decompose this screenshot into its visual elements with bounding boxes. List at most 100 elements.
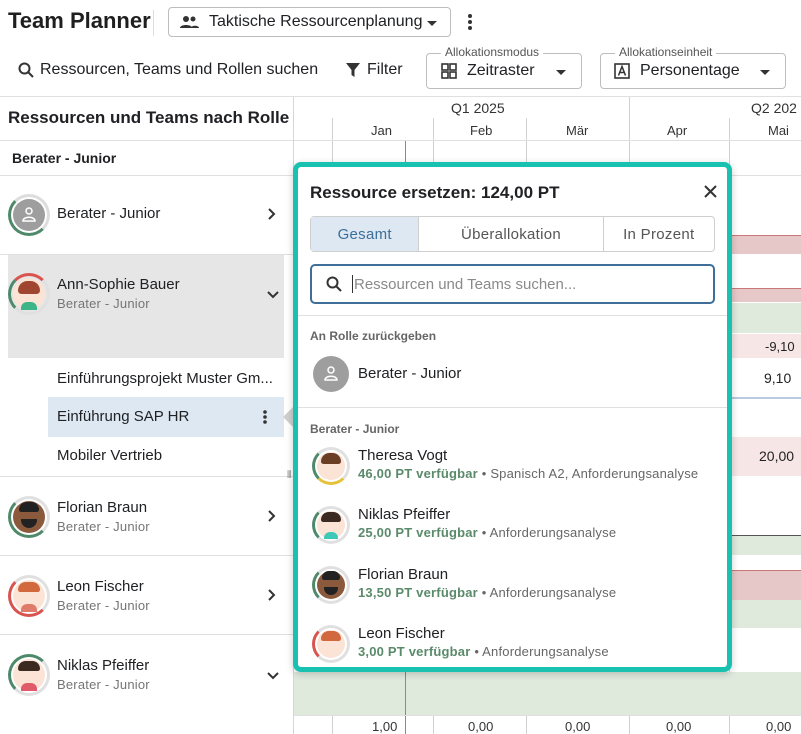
- divider: [0, 555, 293, 556]
- popup-pointer: [283, 407, 293, 427]
- total-value: 0,00: [766, 719, 792, 734]
- divider: [0, 254, 293, 255]
- row-name: Niklas Pfeiffer: [57, 657, 150, 674]
- unit-a-icon: [614, 63, 630, 79]
- allocation-mode-select[interactable]: Allokationsmodus Zeitraster: [426, 45, 582, 89]
- candidate-skills: • Anforderungsanalyse: [481, 585, 617, 600]
- resize-handle-icon[interactable]: ⦀: [287, 470, 291, 481]
- section-heading: An Rolle zurückgeben: [310, 329, 437, 343]
- close-icon[interactable]: [704, 185, 717, 198]
- search-icon: [18, 62, 34, 78]
- candidate-availability: 13,50 PT verfügbar: [358, 585, 478, 600]
- allocation-unit-label: Allokationseinheit: [615, 45, 717, 59]
- tab-ueberallokation[interactable]: Überallokation: [419, 217, 604, 251]
- row-name: Ann-Sophie Bauer: [57, 276, 180, 293]
- allocation-bar: [294, 672, 801, 715]
- candidate-name: Niklas Pfeiffer: [358, 506, 451, 523]
- chevron-down-icon[interactable]: [267, 672, 279, 680]
- month-label: Mai: [768, 123, 789, 138]
- role-row[interactable]: Berater - Junior: [8, 194, 160, 236]
- total-value: 0,00: [565, 719, 591, 734]
- resource-row[interactable]: Leon Fischer Berater - Junior: [8, 575, 150, 617]
- candidate-name: Theresa Vogt: [358, 447, 448, 464]
- row-role: Berater - Junior: [57, 296, 150, 311]
- row-name: Florian Braun: [57, 499, 148, 516]
- resource-row[interactable]: Florian Braun Berater - Junior: [8, 496, 150, 538]
- chevron-down-icon: [760, 70, 770, 75]
- avatar: [8, 575, 50, 617]
- left-panel-heading: Ressourcen und Teams nach Rolle: [8, 108, 290, 127]
- view-select-value: Taktische Ressourcenplanung: [209, 13, 423, 30]
- total-value: 0,00: [468, 719, 494, 734]
- divider: [732, 397, 801, 399]
- row-role: Berater - Junior: [57, 598, 150, 613]
- tab-in-prozent[interactable]: In Prozent: [604, 217, 714, 251]
- avatar: [312, 447, 350, 485]
- avatar: [8, 654, 50, 696]
- divider: [294, 715, 801, 716]
- overallocation-bar: [732, 570, 801, 600]
- candidate-name: Florian Braun: [358, 566, 449, 583]
- candidate-skills: • Spanisch A2, Anforderungsanalyse: [481, 466, 699, 481]
- filter-label: Filter: [367, 61, 403, 78]
- candidate-skills: • Anforderungsanalyse: [481, 525, 617, 540]
- candidate-availability: 25,00 PT verfügbar: [358, 525, 478, 540]
- role-group-header[interactable]: Berater - Junior: [12, 150, 116, 166]
- header-divider: [153, 10, 154, 36]
- role-avatar-icon: [312, 355, 350, 393]
- return-item-name: Berater - Junior: [358, 365, 462, 382]
- row-role: Berater - Junior: [57, 677, 150, 692]
- resource-search-button[interactable]: Ressourcen, Teams und Rollen suchen: [18, 61, 318, 79]
- project-row[interactable]: Einführungsprojekt Muster Gm...: [57, 370, 273, 387]
- row-name: Leon Fischer: [57, 578, 144, 595]
- divider: [298, 407, 727, 408]
- divider: [0, 140, 801, 141]
- allocation-unit-value: Personentage: [640, 62, 740, 79]
- filter-button[interactable]: Filter: [346, 61, 403, 79]
- resource-search-input[interactable]: Ressourcen und Teams suchen...: [310, 264, 715, 304]
- resource-row[interactable]: Niklas Pfeiffer Berater - Junior: [8, 654, 150, 696]
- resource-row[interactable]: Ann-Sophie Bauer Berater - Junior: [8, 273, 180, 315]
- chevron-down-icon: [427, 21, 437, 26]
- divider: [0, 634, 293, 635]
- candidate-availability: 46,00 PT verfügbar: [358, 466, 478, 481]
- month-label: Apr: [667, 123, 688, 138]
- view-select[interactable]: Taktische Ressourcenplanung: [168, 7, 451, 37]
- avatar: [312, 506, 350, 544]
- candidate-item[interactable]: Leon Fischer 3,00 PT verfügbar • Anforde…: [312, 625, 609, 663]
- row-role: Berater - Junior: [57, 519, 150, 534]
- tab-gesamt[interactable]: Gesamt: [311, 217, 420, 251]
- resource-search-label: Ressourcen, Teams und Rollen suchen: [40, 61, 319, 78]
- divider: [0, 476, 293, 477]
- allocation-bar: [732, 535, 801, 555]
- cell-value: -9,10: [765, 339, 795, 354]
- project-row[interactable]: Einführung SAP HR: [57, 408, 189, 425]
- allocation-bar: [732, 600, 801, 628]
- divider: [298, 315, 727, 316]
- project-row[interactable]: Mobiler Vertrieb: [57, 447, 162, 464]
- quarter-label: Q1 2025: [451, 100, 505, 116]
- candidate-skills: • Anforderungsanalyse: [474, 644, 609, 659]
- quarter-label: Q2 202: [751, 100, 797, 116]
- chevron-down-icon[interactable]: [267, 291, 279, 299]
- candidate-item[interactable]: Niklas Pfeiffer 25,00 PT verfügbar • Anf…: [312, 506, 616, 544]
- chevron-right-icon[interactable]: [268, 208, 276, 220]
- chevron-right-icon[interactable]: [268, 589, 276, 601]
- month-label: Mär: [566, 123, 589, 138]
- candidate-item[interactable]: Florian Braun 13,50 PT verfügbar • Anfor…: [312, 566, 616, 604]
- section-heading: Berater - Junior: [310, 422, 400, 436]
- replace-resource-popup: Ressource ersetzen: 124,00 PT Gesamt Übe…: [293, 162, 732, 672]
- return-to-role-item[interactable]: Berater - Junior: [312, 355, 461, 393]
- candidate-item[interactable]: Theresa Vogt 46,00 PT verfügbar • Spanis…: [312, 447, 698, 485]
- month-label: Jan: [371, 123, 392, 138]
- chevron-right-icon[interactable]: [268, 510, 276, 522]
- chevron-down-icon: [556, 70, 566, 75]
- more-options-icon[interactable]: [262, 409, 268, 425]
- total-value: 0,00: [666, 719, 692, 734]
- divider: [0, 96, 801, 97]
- allocation-unit-select[interactable]: Allokationseinheit Personentage: [600, 45, 786, 89]
- search-icon: [326, 276, 342, 292]
- view-toggle: Gesamt Überallokation In Prozent: [310, 216, 715, 252]
- more-options-icon[interactable]: [463, 12, 477, 32]
- text-cursor: [352, 275, 353, 293]
